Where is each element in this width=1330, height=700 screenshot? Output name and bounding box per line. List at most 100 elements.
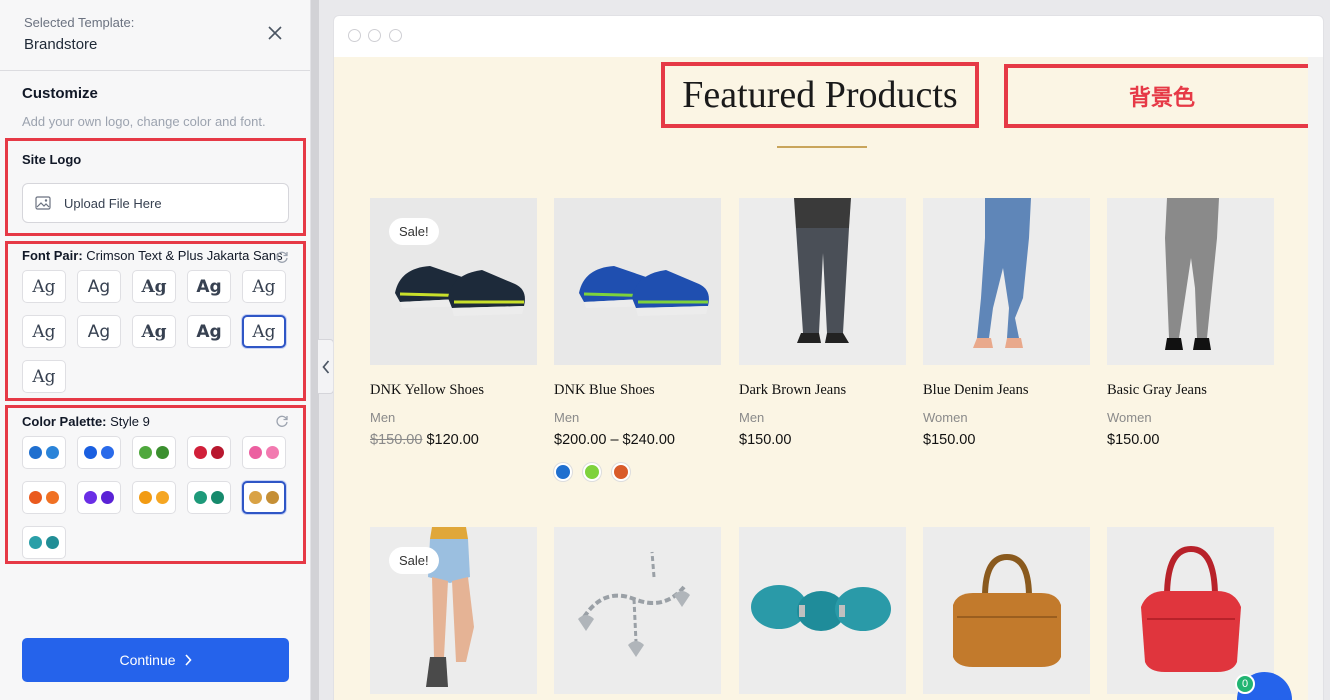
swatch-orange[interactable] — [612, 463, 630, 481]
preview-browser-window: Featured Products 背景色 Sale! DNK Yellow S — [333, 15, 1324, 700]
font-pair-section: Font Pair: Crimson Text & Plus Jakarta S… — [5, 241, 306, 401]
font-pair-option[interactable]: Ag — [77, 270, 121, 303]
product-image-shorts[interactable]: Sale! — [370, 527, 537, 694]
product-name[interactable]: Blue Denim Jeans — [923, 382, 1090, 399]
font-pair-option[interactable]: Ag — [187, 315, 231, 348]
refresh-fonts-icon[interactable] — [275, 250, 289, 264]
font-pair-option[interactable]: Ag — [77, 315, 121, 348]
product-category[interactable]: Men — [370, 410, 537, 425]
product-name[interactable]: DNK Blue Shoes — [554, 382, 721, 399]
product-image-bracelet[interactable] — [554, 527, 721, 694]
font-sample: Ag — [252, 321, 276, 342]
color-palette-option[interactable] — [22, 481, 66, 514]
collapse-sidebar-button[interactable] — [318, 339, 334, 394]
upload-label: Upload File Here — [64, 195, 162, 211]
color-palette-option[interactable] — [22, 526, 66, 559]
palette-dots — [29, 536, 59, 549]
close-icon[interactable] — [266, 24, 284, 42]
product-price: $150.00 $120.00 — [370, 432, 537, 448]
font-pair-option[interactable]: Ag — [22, 315, 66, 348]
palette-dots — [84, 491, 114, 504]
chat-notification-badge: 0 — [1235, 674, 1255, 694]
color-palette-option[interactable] — [242, 436, 286, 469]
palette-color-dot — [156, 491, 169, 504]
palette-color-dot — [46, 536, 59, 549]
product-card[interactable]: Sale! DNK Yellow Shoes Men $150.00 $120.… — [370, 198, 537, 448]
palette-dots — [139, 491, 169, 504]
brown-handbag-image — [923, 527, 1090, 694]
palette-color-dot — [139, 446, 152, 459]
product-card[interactable]: DNK Blue Shoes Men $200.00 – $240.00 — [554, 198, 721, 481]
preview-scrollbar[interactable] — [1308, 57, 1323, 700]
product-card[interactable]: Blue Denim Jeans Women $150.00 — [923, 198, 1090, 448]
font-pair-option[interactable]: Ag — [22, 270, 66, 303]
font-sample: Ag — [252, 276, 276, 297]
product-price: $200.00 – $240.00 — [554, 432, 675, 448]
product-category[interactable]: Men — [739, 410, 906, 425]
color-palette-option[interactable] — [187, 481, 231, 514]
product-card[interactable] — [739, 527, 906, 694]
refresh-colors-icon[interactable] — [275, 414, 289, 428]
product-card[interactable] — [554, 527, 721, 694]
chevron-left-icon — [321, 359, 329, 374]
color-palette-option[interactable] — [132, 436, 176, 469]
template-sidebar: Selected Template: Brandstore Customize … — [0, 0, 311, 700]
swatch-green[interactable] — [583, 463, 601, 481]
palette-dots — [194, 446, 224, 459]
product-image-handbag[interactable] — [923, 527, 1090, 694]
product-card[interactable]: Basic Gray Jeans Women $150.00 — [1107, 198, 1274, 448]
font-pair-option[interactable]: Ag — [242, 270, 286, 303]
chevron-right-icon — [184, 654, 192, 666]
product-image-shoes[interactable] — [554, 198, 721, 365]
palette-dots — [29, 491, 59, 504]
product-category[interactable]: Women — [1107, 410, 1274, 425]
product-image-bracelet[interactable] — [739, 527, 906, 694]
font-pair-value: Crimson Text & Plus Jakarta Sans — [86, 248, 283, 263]
product-image-shoes[interactable]: Sale! — [370, 198, 537, 365]
palette-color-dot — [156, 446, 169, 459]
font-sample: Ag — [32, 276, 56, 297]
color-palette-option[interactable] — [187, 436, 231, 469]
palette-color-dot — [101, 446, 114, 459]
font-pair-grid: Ag Ag Ag Ag Ag Ag Ag Ag Ag Ag Ag — [22, 270, 289, 404]
dark-jeans-image — [739, 198, 906, 365]
window-dot — [389, 29, 402, 42]
product-name[interactable]: DNK Yellow Shoes — [370, 382, 537, 399]
gray-jeans-image — [1107, 198, 1274, 365]
upload-logo-button[interactable]: Upload File Here — [22, 183, 289, 223]
continue-button[interactable]: Continue — [22, 638, 289, 682]
palette-color-dot — [101, 491, 114, 504]
font-pair-option[interactable]: Ag — [187, 270, 231, 303]
product-card[interactable] — [1107, 527, 1274, 694]
font-sample: Ag — [141, 321, 167, 342]
color-palette-option[interactable] — [22, 436, 66, 469]
color-palette-option[interactable] — [242, 481, 286, 514]
color-palette-section: Color Palette: Style 9 — [5, 405, 306, 564]
product-card[interactable] — [923, 527, 1090, 694]
font-pair-option[interactable]: Ag — [132, 315, 176, 348]
color-palette-option[interactable] — [77, 481, 121, 514]
color-palette-option[interactable] — [132, 481, 176, 514]
color-palette-label: Color Palette: — [22, 414, 107, 429]
product-name[interactable]: Basic Gray Jeans — [1107, 382, 1274, 399]
font-pair-option[interactable]: Ag — [22, 360, 66, 393]
product-name[interactable]: Dark Brown Jeans — [739, 382, 906, 399]
product-image-jeans[interactable] — [1107, 198, 1274, 365]
product-category[interactable]: Women — [923, 410, 1090, 425]
palette-color-dot — [194, 446, 207, 459]
customize-title: Customize — [22, 85, 98, 102]
palette-color-dot — [211, 491, 224, 504]
product-card[interactable]: Dark Brown Jeans Men $150.00 — [739, 198, 906, 448]
color-palette-option[interactable] — [77, 436, 121, 469]
product-image-handbag[interactable] — [1107, 527, 1274, 694]
product-card[interactable]: Sale! — [370, 527, 537, 694]
font-pair-option[interactable]: Ag — [242, 315, 286, 348]
swatch-blue[interactable] — [554, 463, 572, 481]
product-image-jeans[interactable] — [739, 198, 906, 365]
font-sample: Ag — [87, 276, 111, 297]
palette-color-dot — [266, 446, 279, 459]
product-image-jeans[interactable] — [923, 198, 1090, 365]
product-category[interactable]: Men — [554, 410, 721, 425]
palette-color-dot — [249, 491, 262, 504]
font-pair-option[interactable]: Ag — [132, 270, 176, 303]
